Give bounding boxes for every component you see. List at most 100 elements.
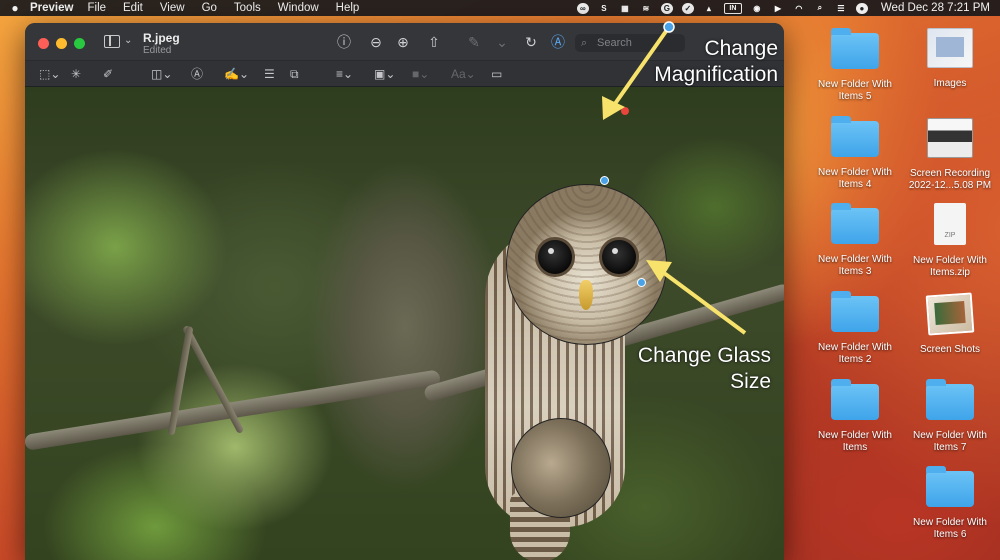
menu-tools[interactable]: Tools: [234, 2, 261, 14]
annotation-change-magnification: Change Magnification: [640, 36, 778, 88]
preview-window: ⌄ R.jpeg Edited ⓘ ⊖ ⊕ ⇧ ✎ ⌄ ↻ Ⓐ ⌕ Search…: [25, 23, 784, 560]
image-canvas[interactable]: [25, 87, 784, 560]
magnifier-loupe-secondary[interactable]: [511, 418, 611, 518]
desktop-item-label: Images: [933, 78, 967, 89]
document-status: Edited: [143, 45, 172, 56]
desktop-screen-shots[interactable]: Screen Shots: [902, 292, 998, 356]
annotation-line: Change: [704, 37, 778, 60]
adjust-size-icon[interactable]: ⧉: [290, 66, 299, 82]
input-source-icon[interactable]: IN: [723, 2, 742, 14]
close-button[interactable]: [38, 38, 49, 49]
sidebar-toggle-icon[interactable]: [104, 35, 120, 48]
owl-feather-pattern: [507, 185, 666, 344]
text-style-icon[interactable]: Aa⌄: [451, 66, 476, 82]
search-icon: ⌕: [581, 37, 588, 49]
zip-file-icon: [934, 203, 966, 245]
annotation-line: Magnification: [654, 63, 778, 86]
play-icon[interactable]: ▶: [772, 3, 784, 14]
control-center-icon[interactable]: ☰: [835, 3, 847, 14]
magnifier-loupe[interactable]: [506, 184, 667, 345]
owl-beak: [579, 280, 593, 310]
desktop-item-label: New Folder With Items 4: [818, 167, 892, 190]
desktop-item-label: New Folder With Items 3: [818, 254, 892, 277]
folder-icon: [831, 28, 879, 69]
line-style-icon[interactable]: ≡⌄: [336, 66, 353, 82]
text-icon[interactable]: Ⓐ: [191, 66, 203, 82]
sign-icon[interactable]: ✍⌄: [224, 66, 249, 82]
folder-icon: [831, 379, 879, 420]
desktop-item-label: New Folder With Items 5: [818, 79, 892, 102]
sketch-icon[interactable]: ✐: [103, 66, 113, 82]
menu-window[interactable]: Window: [278, 2, 319, 14]
user-icon[interactable]: ◉: [751, 3, 763, 14]
menu-help[interactable]: Help: [336, 2, 360, 14]
rotate-icon[interactable]: ↻: [522, 33, 540, 51]
markup-icon[interactable]: Ⓐ: [549, 33, 567, 51]
border-color-icon[interactable]: ▣⌄: [374, 66, 395, 82]
annotation-change-glass-size: Change Glass Size: [615, 343, 771, 395]
fullscreen-button[interactable]: [74, 38, 85, 49]
red-marker-dot: [621, 107, 629, 115]
menu-file[interactable]: File: [87, 2, 106, 14]
fill-color-icon[interactable]: ■⌄: [412, 66, 429, 82]
desktop-folder-items-7[interactable]: New Folder With Items 7: [902, 379, 998, 454]
image-thumbnail-icon: [927, 28, 973, 68]
menu-edit[interactable]: Edit: [123, 2, 143, 14]
menu-view[interactable]: View: [160, 2, 185, 14]
desktop-folder-items-2[interactable]: New Folder With Items 2: [807, 291, 903, 366]
chevron-down-icon[interactable]: ⌄: [493, 33, 511, 51]
video-thumbnail-icon: [927, 118, 973, 158]
menu-bar: ● Preview File Edit View Go Tools Window…: [0, 0, 1000, 16]
menu-go[interactable]: Go: [202, 2, 217, 14]
check-app-icon[interactable]: ✓: [681, 2, 694, 14]
instant-alpha-icon[interactable]: ✳: [71, 66, 81, 82]
zoom-out-icon[interactable]: ⊖: [367, 33, 385, 51]
rect-select-icon[interactable]: ⬚⌄: [39, 66, 60, 82]
annotation-line: Change Glass: [637, 344, 771, 367]
spotlight-icon[interactable]: ⌕: [814, 3, 826, 14]
app-menu[interactable]: Preview: [30, 2, 73, 14]
desktop-zip-file[interactable]: New Folder With Items.zip: [902, 203, 998, 279]
desktop-folder-items-4[interactable]: New Folder With Items 4: [807, 116, 903, 191]
photo-stack-icon: [925, 292, 975, 336]
text-app-icon[interactable]: ▴: [703, 3, 715, 14]
desktop-folder-items-5[interactable]: New Folder With Items 5: [807, 28, 903, 103]
glass-size-handle[interactable]: [637, 278, 646, 287]
annotation-line: Size: [730, 370, 771, 393]
folder-icon: [831, 116, 879, 157]
magnification-handle[interactable]: [600, 176, 609, 185]
apple-menu-icon[interactable]: ●: [0, 1, 30, 15]
desktop-folder-items[interactable]: New Folder With Items: [807, 379, 903, 454]
folder-icon: [926, 379, 974, 420]
folder-icon: [926, 466, 974, 507]
chevron-down-icon[interactable]: ⌄: [124, 35, 132, 46]
desktop-item-label: New Folder With Items.zip: [913, 255, 987, 278]
creative-cloud-icon[interactable]: ∞: [576, 2, 589, 14]
desktop-item-label: New Folder With Items 6: [913, 517, 987, 540]
info-icon[interactable]: ⓘ: [335, 33, 353, 51]
note-icon[interactable]: ▭: [491, 66, 502, 82]
share-icon[interactable]: ⇧: [425, 33, 443, 51]
s-app-icon[interactable]: S: [598, 3, 610, 14]
siri-icon[interactable]: ●: [855, 2, 868, 14]
minimize-button[interactable]: [56, 38, 67, 49]
wifi-icon[interactable]: ◠: [793, 3, 805, 14]
desktop-item-label: Screen Recording 2022-12...5.08 PM: [908, 168, 992, 191]
desktop-folder-items-6[interactable]: New Folder With Items 6: [902, 466, 998, 541]
adjust-color-icon[interactable]: ☰: [264, 66, 275, 82]
markup-pen-icon[interactable]: ✎: [465, 33, 483, 51]
desktop-item-label: New Folder With Items 7: [913, 430, 987, 453]
desktop-item-label: New Folder With Items 2: [818, 342, 892, 365]
desktop-folder-items-3[interactable]: New Folder With Items 3: [807, 203, 903, 278]
folder-icon: [831, 203, 879, 244]
google-icon[interactable]: G: [660, 2, 673, 14]
zoom-in-icon[interactable]: ⊕: [394, 33, 412, 51]
document-title[interactable]: R.jpeg: [143, 31, 180, 45]
grid-app-icon[interactable]: ▦: [619, 3, 631, 14]
stack-app-icon[interactable]: ≋: [640, 3, 652, 14]
menu-clock[interactable]: Wed Dec 28 7:21 PM: [881, 2, 990, 14]
desktop-item-label: Screen Shots: [919, 344, 981, 355]
shapes-icon[interactable]: ◫⌄: [151, 66, 172, 82]
desktop-images[interactable]: Images: [902, 28, 998, 90]
desktop-screen-recording[interactable]: Screen Recording 2022-12...5.08 PM: [902, 118, 998, 192]
